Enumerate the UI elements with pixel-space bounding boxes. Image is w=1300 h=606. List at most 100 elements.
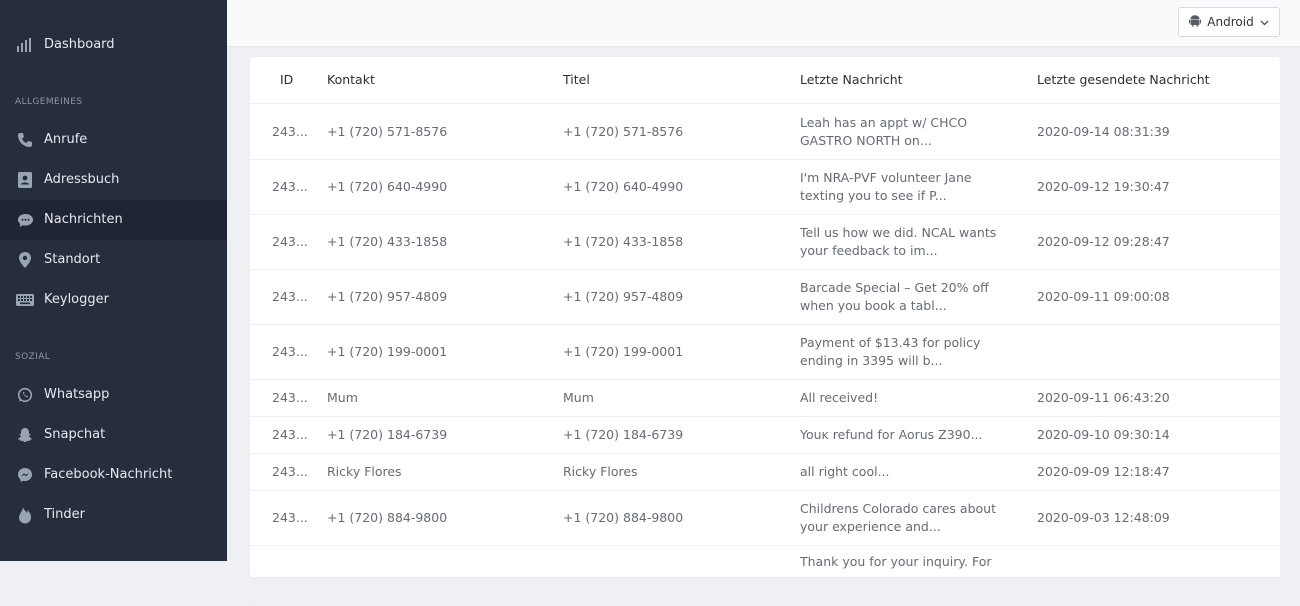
sidebar-item-dashboard[interactable]: Dashboard — [0, 25, 227, 65]
cell-last-sent: 2020-09-10 09:30:14 — [1037, 427, 1170, 442]
tinder-icon — [16, 506, 34, 524]
cell-id: 243... — [272, 234, 308, 249]
cell-id: 243... — [272, 390, 308, 405]
sidebar: Dashboard ALLGEMEINES Anrufe Adressbuch … — [0, 0, 227, 561]
cell-last-message-line2: ending in 3395 will b... — [800, 353, 943, 368]
section-label-social: SOZIAL — [15, 352, 51, 362]
device-select-button[interactable]: Android — [1178, 7, 1280, 37]
sidebar-item-standort[interactable]: Standort — [0, 240, 227, 280]
column-header-last-sent[interactable]: Letzte gesendete Nachricht — [1037, 72, 1210, 87]
cell-last-message-line2: your feedback to im... — [800, 243, 938, 258]
column-header-id[interactable]: ID — [280, 72, 293, 87]
cell-last-message-line1: Tell us how we did. NCAL wants — [800, 225, 997, 240]
table-row[interactable]: 243... Ricky Flores Ricky Flores 2020-09-09… — [250, 453, 1280, 491]
sidebar-item-label: Nachrichten — [44, 212, 123, 227]
cell-title: +1 (720) 571-8576 — [563, 124, 684, 139]
sidebar-item-label: Adressbuch — [44, 172, 120, 187]
sidebar-item-label: Tinder — [44, 507, 85, 522]
message-icon — [16, 211, 34, 229]
cell-last-message-line1: Youĸ refund for Aorus Z390... — [800, 427, 983, 442]
sidebar-item-whatsapp[interactable]: Whatsapp — [0, 375, 227, 415]
cell-last-sent: 2020-09-14 08:31:39 — [1037, 124, 1170, 139]
table-row[interactable]: 243... +1 (720) 884-9800 +1 (720) 884-9800… — [250, 490, 1280, 546]
messages-table: ID Kontakt Titel Letzte Nachricht Letzte… — [250, 57, 1280, 606]
table-row[interactable]: 243... +1 (720) 640-4990 +1 (720) 640-4990… — [250, 159, 1280, 215]
device-select-label: Android — [1207, 15, 1254, 29]
cell-last-sent: 2020-09-03 12:48:09 — [1037, 510, 1170, 525]
cell-contact: +1 (720) 184-6739 — [327, 427, 448, 442]
sidebar-item-label: Anrufe — [44, 132, 88, 147]
cell-title: +1 (720) 957-4809 — [563, 289, 684, 304]
sidebar-item-label: Facebook-Nachricht — [44, 467, 173, 482]
table-row[interactable]: Thank you for your inquiry. For — [250, 545, 1280, 606]
sidebar-item-nachrichten[interactable]: Nachrichten — [0, 200, 227, 240]
cell-last-message-line2: texting you to see if P... — [800, 188, 947, 203]
cell-last-message-line1: I'm NRA-PVF volunteer Jane — [800, 170, 972, 185]
cell-contact: Mum — [327, 390, 358, 405]
cell-title: +1 (720) 884-9800 — [563, 510, 684, 525]
cell-last-message-line1: Barcade Special – Get 20% off — [800, 280, 989, 295]
cell-title: Ricky Flores — [563, 464, 638, 479]
cell-title: +1 (720) 433-1858 — [563, 234, 684, 249]
cell-contact: +1 (720) 957-4809 — [327, 289, 448, 304]
chevron-down-icon — [1260, 15, 1269, 29]
cell-last-sent: 2020-09-12 09:28:47 — [1037, 234, 1170, 249]
sidebar-item-label: Snapchat — [44, 427, 106, 442]
table-row[interactable]: 243... +1 (720) 433-1858 +1 (720) 433-1858… — [250, 214, 1280, 270]
sidebar-item-snapchat[interactable]: Snapchat — [0, 415, 227, 455]
keyboard-icon — [16, 291, 34, 309]
table-row[interactable]: 243... +1 (720) 571-8576 +1 (720) 571-8576… — [250, 104, 1280, 160]
cell-last-sent: 2020-09-11 06:43:20 — [1037, 390, 1170, 405]
top-bar: Android — [227, 0, 1300, 47]
section-label-general: ALLGEMEINES — [15, 97, 83, 107]
cell-id: 243... — [272, 179, 308, 194]
column-header-last-message[interactable]: Letzte Nachricht — [800, 72, 903, 87]
cell-last-sent: 2020-09-12 19:30:47 — [1037, 179, 1170, 194]
table-row[interactable]: 243... +1 (720) 184-6739 +1 (720) 184-6739… — [250, 416, 1280, 454]
cell-last-message-line1: Payment of $13.43 for policy — [800, 335, 981, 350]
cell-id: 243... — [272, 344, 308, 359]
cell-id: 243... — [272, 427, 308, 442]
table-header: ID Kontakt Titel Letzte Nachricht Letzte… — [250, 57, 1280, 104]
cell-last-message-line2: GASTRO NORTH on... — [800, 133, 932, 148]
sidebar-item-label: Standort — [44, 252, 101, 267]
snapchat-icon — [16, 426, 34, 444]
cell-last-message-line2: your experience and... — [800, 519, 941, 534]
cell-contact: +1 (720) 884-9800 — [327, 510, 448, 525]
cell-id: 243... — [272, 124, 308, 139]
cell-title: +1 (720) 199-0001 — [563, 344, 684, 359]
address-book-icon — [16, 171, 34, 189]
table-row[interactable]: 243... +1 (720) 957-4809 +1 (720) 957-4809… — [250, 269, 1280, 325]
table-row[interactable]: 243... Mum Mum 2020-09-11 06:43:20 All recei… — [250, 379, 1280, 417]
column-header-title[interactable]: Titel — [563, 72, 590, 87]
cell-last-sent: 2020-09-09 12:18:47 — [1037, 464, 1170, 479]
cell-id: 243... — [272, 510, 308, 525]
sidebar-item-label: Keylogger — [44, 292, 109, 307]
location-pin-icon — [16, 251, 34, 269]
whatsapp-icon — [16, 386, 34, 404]
cell-contact: +1 (720) 199-0001 — [327, 344, 448, 359]
cell-last-message-line1: Leah has an appt w/ CHCO — [800, 115, 968, 130]
android-icon — [1189, 14, 1202, 30]
sidebar-item-keylogger[interactable]: Keylogger — [0, 280, 227, 320]
sidebar-item-anrufe[interactable]: Anrufe — [0, 120, 227, 160]
cell-title: +1 (720) 640-4990 — [563, 179, 684, 194]
cell-contact: +1 (720) 571-8576 — [327, 124, 448, 139]
cell-last-message-line1: All received! — [800, 390, 879, 405]
sidebar-item-adressbuch[interactable]: Adressbuch — [0, 160, 227, 200]
sidebar-item-tinder[interactable]: Tinder — [0, 495, 227, 535]
sidebar-item-facebook-nachricht[interactable]: Facebook-Nachricht — [0, 455, 227, 495]
sidebar-item-label: Whatsapp — [44, 387, 110, 402]
cell-title: +1 (720) 184-6739 — [563, 427, 684, 442]
cell-title: Mum — [563, 390, 594, 405]
column-header-contact[interactable]: Kontakt — [327, 72, 375, 87]
cell-last-message-line2: when you book a tabl... — [800, 298, 947, 313]
messenger-icon — [16, 466, 34, 484]
table-row[interactable]: 243... +1 (720) 199-0001 +1 (720) 199-0001… — [250, 324, 1280, 380]
phone-icon — [16, 131, 34, 149]
cell-id: 243... — [272, 464, 308, 479]
cell-last-message-line1: Childrens Colorado cares about — [800, 501, 996, 516]
cell-id: 243... — [272, 289, 308, 304]
cell-contact: Ricky Flores — [327, 464, 402, 479]
sidebar-item-label: Dashboard — [44, 37, 115, 52]
